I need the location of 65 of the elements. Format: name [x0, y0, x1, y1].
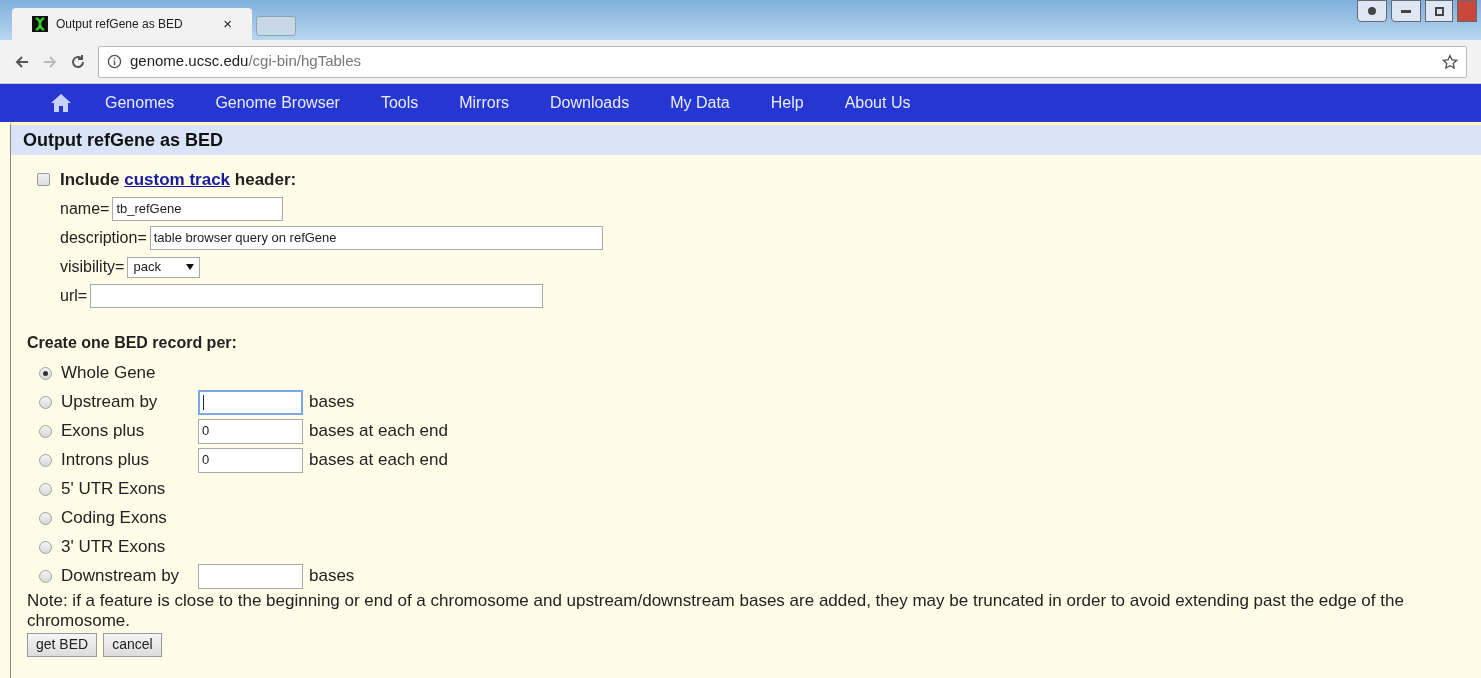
- suffix-text: bases at each end: [309, 420, 448, 443]
- radio-label: 3' UTR Exons: [61, 536, 166, 559]
- checkbox[interactable]: [37, 173, 50, 187]
- nav-link[interactable]: Tools: [380, 91, 419, 115]
- new-tab-button[interactable]: [256, 16, 296, 36]
- browser-tab[interactable]: Output refGene as BED ×: [12, 8, 252, 40]
- tab-title: Output refGene as BED: [56, 16, 184, 33]
- info-icon[interactable]: [107, 54, 122, 69]
- back-icon[interactable]: [14, 53, 30, 70]
- text-field[interactable]: [90, 284, 544, 308]
- suffix-text: bases: [309, 565, 355, 588]
- radio-label: Downstream by: [61, 565, 181, 588]
- option-label: Include custom track header:: [60, 169, 297, 191]
- field-label: visibility=: [60, 257, 125, 277]
- radio-button[interactable]: [39, 540, 52, 554]
- field-label: url=: [60, 286, 88, 306]
- field-label: name=: [60, 199, 110, 219]
- field-label: description=: [60, 228, 147, 248]
- nav-link[interactable]: Help: [770, 91, 804, 115]
- note-text: Note: if a feature is close to the beginning or end of a chromosome and upstream/downstream bases are added, they may be truncated in order to avoid extending past the edge of the chromosome.: [27, 590, 1405, 631]
- section-header: Output refGene as BED: [11, 125, 1481, 155]
- url-text: genome.ucsc.edu/cgi-bin/hgTables: [130, 51, 362, 72]
- restore-button[interactable]: [1425, 0, 1453, 22]
- address-bar[interactable]: genome.ucsc.edu/cgi-bin/hgTables: [98, 45, 1467, 78]
- visibility-select[interactable]: pack: [127, 256, 201, 278]
- text-field[interactable]: tb_refGene: [112, 197, 284, 221]
- radio-button[interactable]: [39, 395, 52, 409]
- nav-link[interactable]: About Us: [844, 91, 911, 115]
- number-field[interactable]: [198, 389, 303, 415]
- home-icon[interactable]: [50, 93, 72, 113]
- helix-icon: [32, 16, 48, 32]
- close-button[interactable]: [1457, 0, 1477, 22]
- radio-label: 5' UTR Exons: [61, 478, 166, 501]
- radio-label: Introns plus: [61, 449, 150, 472]
- number-field[interactable]: [198, 563, 303, 589]
- reload-icon[interactable]: [70, 53, 86, 70]
- radio-label: Coding Exons: [61, 507, 167, 530]
- text-field[interactable]: table browser query on refGene: [149, 226, 603, 250]
- dropdown-arrow-icon: [186, 264, 195, 270]
- radio-button[interactable]: [39, 424, 52, 438]
- radio-button[interactable]: [39, 366, 52, 380]
- form-button[interactable]: cancel: [103, 632, 162, 657]
- nav-link[interactable]: Mirrors: [459, 91, 509, 115]
- suffix-text: bases: [309, 391, 355, 414]
- radio-button[interactable]: [39, 569, 52, 583]
- custom-track-link[interactable]: custom track: [124, 170, 231, 189]
- form-button[interactable]: get BED: [27, 632, 98, 657]
- radio-label: Upstream by: [61, 391, 159, 414]
- radio-button[interactable]: [39, 482, 52, 496]
- number-field[interactable]: 0: [198, 418, 303, 444]
- nav-link[interactable]: Downloads: [550, 91, 630, 115]
- close-icon[interactable]: ×: [223, 12, 232, 36]
- suffix-text: bases at each end: [309, 449, 448, 472]
- radio-label: Exons plus: [61, 420, 146, 443]
- nav-link[interactable]: Genomes: [105, 91, 175, 115]
- nav-link[interactable]: Genome Browser: [215, 91, 340, 115]
- nav-link[interactable]: My Data: [670, 91, 730, 115]
- radio-label: Whole Gene: [61, 362, 156, 385]
- forward-icon[interactable]: [42, 53, 58, 70]
- radio-button[interactable]: [39, 511, 52, 525]
- minimize-button[interactable]: [1391, 0, 1421, 22]
- number-field[interactable]: 0: [198, 447, 303, 473]
- section-heading: Create one BED record per:: [27, 332, 238, 353]
- radio-button[interactable]: [39, 453, 52, 467]
- star-icon[interactable]: [1442, 53, 1458, 70]
